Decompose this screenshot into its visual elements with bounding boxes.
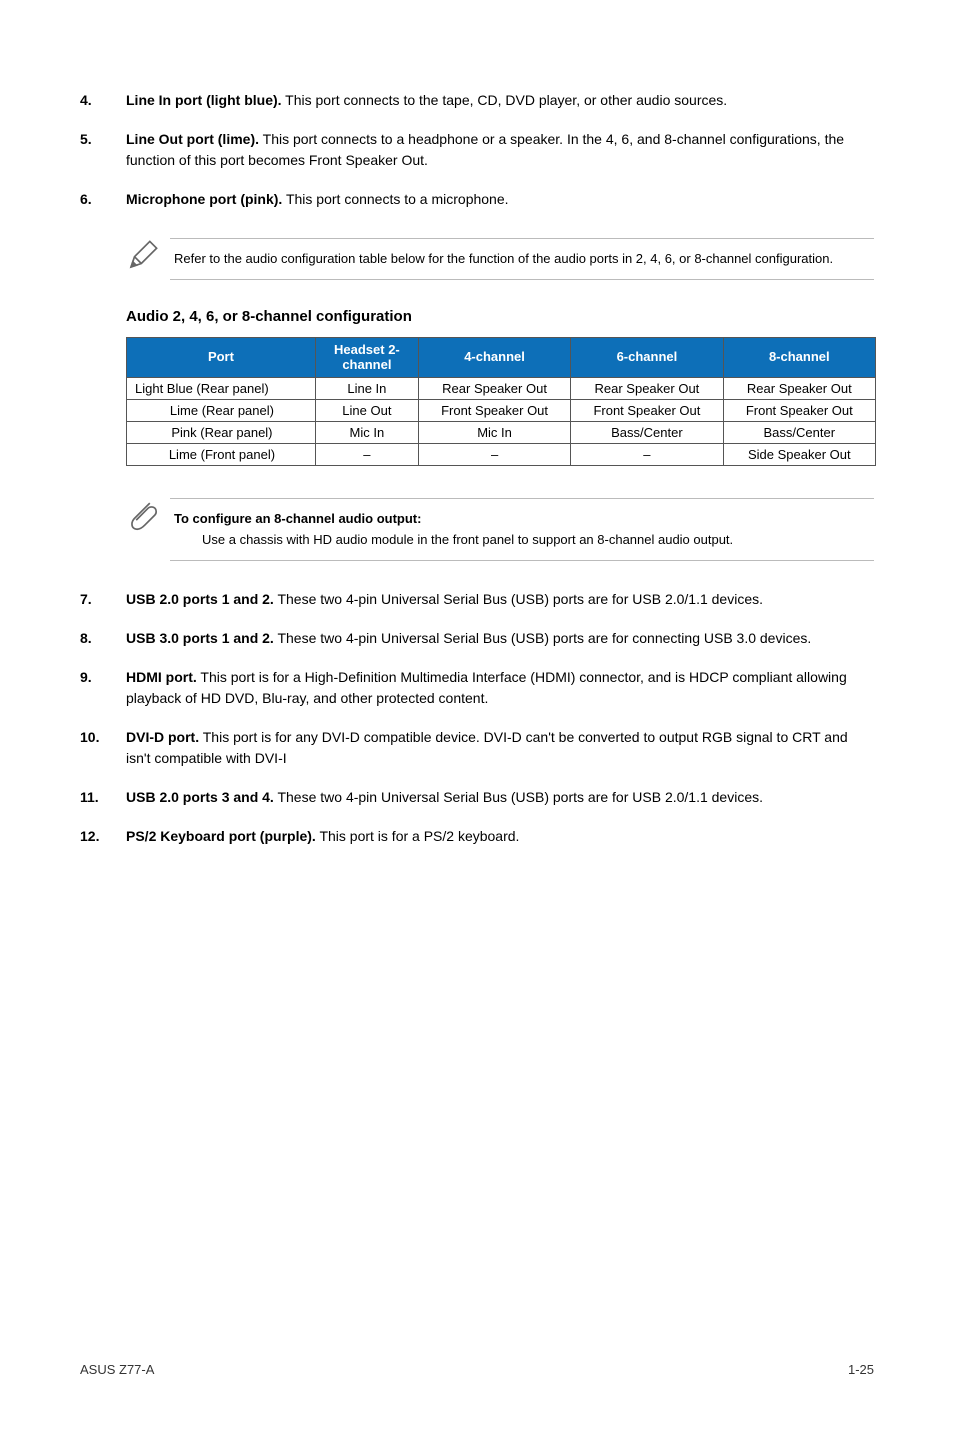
item-number: 7. — [80, 589, 126, 610]
item-number: 9. — [80, 667, 126, 709]
note-8channel: To configure an 8-channel audio output: … — [126, 498, 874, 561]
item-number: 11. — [80, 787, 126, 808]
pencil-icon — [126, 238, 170, 275]
item-text: Microphone port (pink). This port connec… — [126, 189, 874, 210]
paperclip-icon — [126, 498, 170, 535]
item-10: 10. DVI-D port. This port is for any DVI… — [80, 727, 874, 769]
th-port: Port — [127, 337, 316, 377]
item-text: USB 2.0 ports 3 and 4. These two 4-pin U… — [126, 787, 874, 808]
th-6ch: 6-channel — [571, 337, 723, 377]
item-number: 8. — [80, 628, 126, 649]
table-row: Lime (Front panel)–––Side Speaker Out — [127, 443, 876, 465]
item-number: 10. — [80, 727, 126, 769]
item-number: 5. — [80, 129, 126, 171]
item-number: 6. — [80, 189, 126, 210]
item-9: 9. HDMI port. This port is for a High-De… — [80, 667, 874, 709]
item-text: Line Out port (lime). This port connects… — [126, 129, 874, 171]
item-number: 12. — [80, 826, 126, 847]
item-8: 8. USB 3.0 ports 1 and 2. These two 4-pi… — [80, 628, 874, 649]
item-7: 7. USB 2.0 ports 1 and 2. These two 4-pi… — [80, 589, 874, 610]
footer-page-number: 1-25 — [848, 1362, 874, 1377]
item-11: 11. USB 2.0 ports 3 and 4. These two 4-p… — [80, 787, 874, 808]
item-4: 4. Line In port (light blue). This port … — [80, 90, 874, 111]
table-row: Light Blue (Rear panel)Line InRear Speak… — [127, 377, 876, 399]
note-refer-audio: Refer to the audio configuration table b… — [126, 238, 874, 280]
footer-title: ASUS Z77-A — [80, 1362, 154, 1377]
audio-config-heading: Audio 2, 4, 6, or 8-channel configuratio… — [126, 308, 874, 325]
th-8ch: 8-channel — [723, 337, 875, 377]
th-4ch: 4-channel — [418, 337, 570, 377]
table-row: Pink (Rear panel)Mic InMic InBass/Center… — [127, 421, 876, 443]
note-text: Refer to the audio configuration table b… — [170, 238, 874, 280]
item-text: Line In port (light blue). This port con… — [126, 90, 874, 111]
item-text: USB 3.0 ports 1 and 2. These two 4-pin U… — [126, 628, 874, 649]
item-text: USB 2.0 ports 1 and 2. These two 4-pin U… — [126, 589, 874, 610]
table-row: Lime (Rear panel)Line OutFront Speaker O… — [127, 399, 876, 421]
item-12: 12. PS/2 Keyboard port (purple). This po… — [80, 826, 874, 847]
item-6: 6. Microphone port (pink). This port con… — [80, 189, 874, 210]
page-footer: ASUS Z77-A 1-25 — [80, 1362, 874, 1377]
item-text: DVI-D port. This port is for any DVI-D c… — [126, 727, 874, 769]
item-number: 4. — [80, 90, 126, 111]
item-text: HDMI port. This port is for a High-Defin… — [126, 667, 874, 709]
note-text: To configure an 8-channel audio output: … — [170, 498, 874, 561]
item-5: 5. Line Out port (lime). This port conne… — [80, 129, 874, 171]
audio-config-table: Port Headset 2-channel 4-channel 6-chann… — [126, 337, 876, 466]
th-2ch: Headset 2-channel — [315, 337, 418, 377]
item-text: PS/2 Keyboard port (purple). This port i… — [126, 826, 874, 847]
